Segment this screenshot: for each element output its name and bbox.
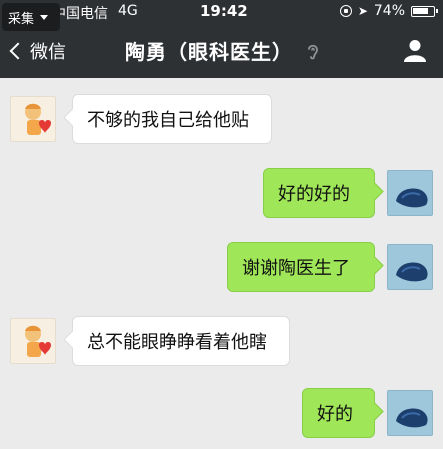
- avatar[interactable]: [387, 390, 433, 436]
- message-text: 好的: [317, 404, 353, 425]
- message-bubble-outgoing[interactable]: 好的: [302, 388, 375, 438]
- avatar[interactable]: [387, 170, 433, 216]
- wechat-chat-screen: 中国电信 4G 19:42 ➤ 74% 采集 微信 陶勇（眼科医生） 不够的我自…: [0, 0, 443, 449]
- message-bubble-outgoing[interactable]: 好的好的: [263, 168, 375, 218]
- ear-icon: [308, 44, 318, 60]
- message-text: 谢谢陶医生了: [242, 258, 350, 279]
- avatar[interactable]: [10, 96, 56, 142]
- navigation-bar: 微信 陶勇（眼科医生）: [0, 24, 443, 78]
- chat-area: 不够的我自己给他贴 好的好的 谢谢陶医生了 总不能眼睁睁看着他瞎 好的: [0, 78, 443, 449]
- blue-figure-avatar-icon: [396, 262, 428, 282]
- cartoon-avatar-icon: [25, 325, 51, 357]
- status-icons: ➤ 74%: [339, 3, 438, 19]
- chat-title: 陶勇（眼科医生）: [125, 40, 293, 64]
- back-label: 微信: [30, 42, 66, 63]
- carrier-label: 中国电信: [52, 6, 108, 22]
- message-text: 好的好的: [278, 184, 350, 205]
- blue-figure-avatar-icon: [396, 188, 428, 208]
- message-text: 不够的我自己给他贴: [87, 110, 249, 131]
- back-button[interactable]: 微信: [8, 38, 66, 64]
- cartoon-avatar-icon: [25, 103, 51, 135]
- status-bar: 中国电信 4G 19:42 ➤ 74%: [0, 0, 443, 24]
- rotation-lock-icon: [339, 5, 352, 17]
- message-bubble-outgoing[interactable]: 谢谢陶医生了: [227, 242, 375, 292]
- message-bubble-incoming[interactable]: 不够的我自己给他贴: [72, 94, 272, 144]
- message-bubble-incoming[interactable]: 总不能眼睁睁看着他瞎: [72, 316, 290, 366]
- profile-icon[interactable]: [403, 38, 427, 62]
- top-bar: 中国电信 4G 19:42 ➤ 74% 采集 微信 陶勇（眼科医生）: [0, 0, 443, 78]
- blue-figure-avatar-icon: [396, 408, 428, 428]
- back-chevron-icon: [9, 42, 27, 60]
- location-icon: ➤: [357, 4, 368, 18]
- battery-icon: [411, 5, 438, 17]
- battery-percentage: 74%: [373, 3, 405, 19]
- avatar[interactable]: [387, 244, 433, 290]
- message-text: 总不能眼睁睁看着他瞎: [87, 332, 267, 353]
- avatar[interactable]: [10, 318, 56, 364]
- chevron-down-icon: [40, 14, 49, 20]
- clock: 19:42: [200, 2, 248, 20]
- network-label: 4G: [118, 3, 138, 19]
